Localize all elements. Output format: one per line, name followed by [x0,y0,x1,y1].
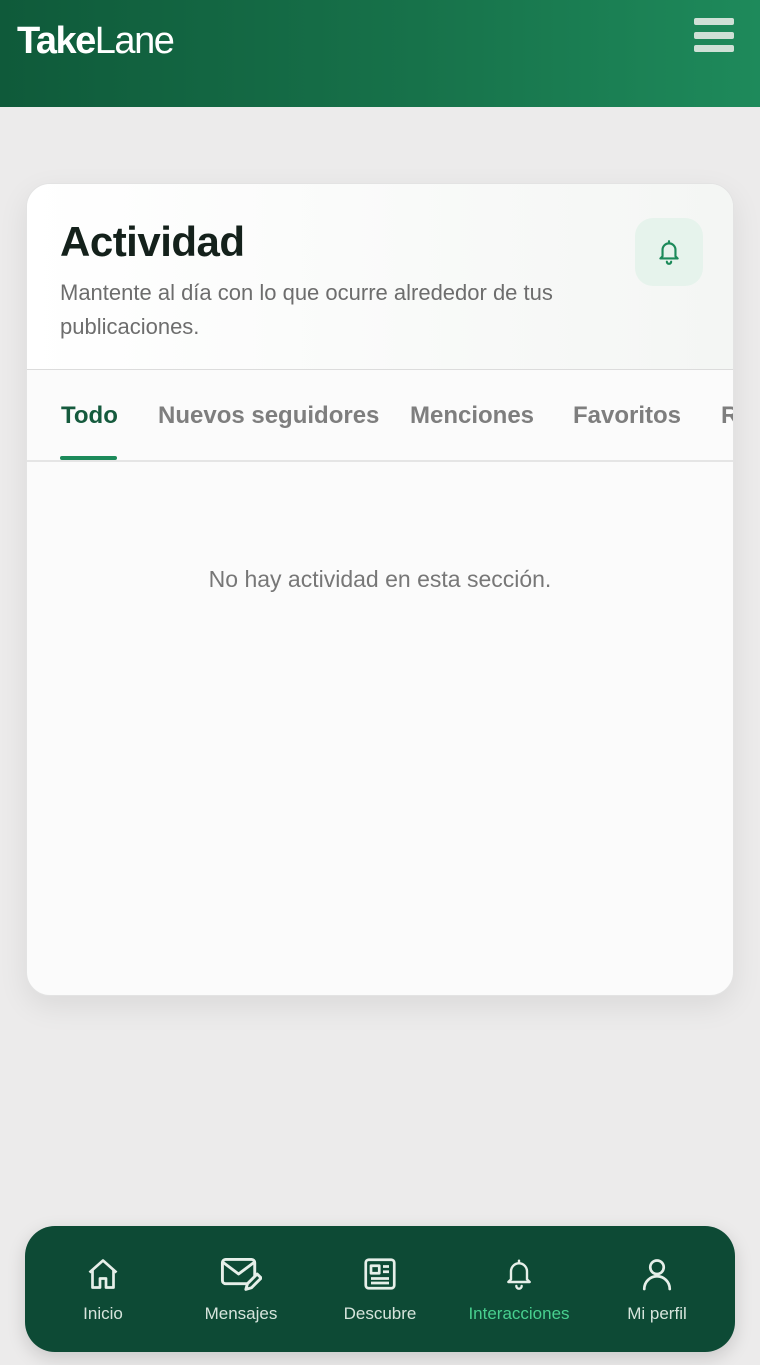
brand-logo[interactable]: TakeLane [17,20,175,63]
bell-icon [659,240,679,265]
bell-icon [507,1259,531,1290]
tab-menciones[interactable]: Menciones [410,402,534,430]
user-icon [642,1259,672,1291]
brand-light: Lane [94,20,175,62]
nav-label-descubre: Descubre [343,1304,417,1323]
bottom-navigation: Inicio Mensajes Descubre Interacciones M… [25,1226,735,1352]
top-bar: TakeLane [0,0,760,107]
nav-label-inicio: Inicio [83,1304,123,1323]
news-icon [364,1258,396,1290]
home-icon [88,1259,118,1289]
nav-item-interacciones[interactable]: Interacciones [449,1226,589,1352]
page-title: Actividad [60,218,245,265]
nav-label-mensajes: Mensajes [204,1304,278,1323]
card-header: Actividad Mantente al día con lo que ocu… [27,184,733,370]
nav-label-interacciones: Interacciones [468,1304,570,1323]
activity-tabs: Todo Nuevos seguidores Menciones Favorit… [27,370,733,462]
active-tab-indicator [60,456,117,460]
notifications-button[interactable] [635,218,703,286]
tab-nuevos-seguidores[interactable]: Nuevos seguidores [158,402,379,430]
tab-favoritos[interactable]: Favoritos [573,402,681,430]
brand-bold: Take [17,20,96,62]
nav-item-mi-perfil[interactable]: Mi perfil [587,1226,727,1352]
activity-card: Actividad Mantente al día con lo que ocu… [26,183,734,996]
hamburger-menu-icon[interactable] [692,16,736,54]
page-subtitle: Mantente al día con lo que ocurre alrede… [60,280,553,339]
nav-label-mi-perfil: Mi perfil [627,1304,687,1323]
nav-item-inicio[interactable]: Inicio [33,1226,173,1352]
nav-item-descubre[interactable]: Descubre [310,1226,450,1352]
tab-todo[interactable]: Todo [61,402,118,430]
message-edit-icon [220,1258,262,1291]
empty-state-message: No hay actividad en esta sección. [208,566,552,592]
tab-truncated[interactable]: R [721,402,733,430]
nav-item-mensajes[interactable]: Mensajes [171,1226,311,1352]
